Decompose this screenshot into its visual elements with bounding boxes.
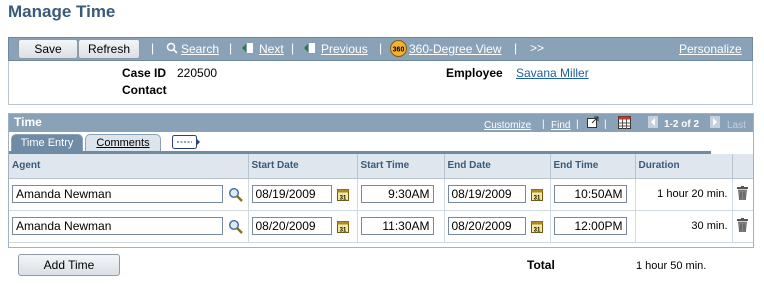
column-header-start-time: Start Time <box>357 154 445 179</box>
grid-title: Time <box>14 115 42 129</box>
personalize-link[interactable]: Personalize <box>679 42 742 56</box>
duration-value: 30 min. <box>635 210 733 243</box>
total-value: 1 hour 50 min. <box>636 260 707 272</box>
download-grid-icon[interactable] <box>618 116 631 129</box>
case-header-panel: Case ID 220500 Contact Employee Savana M… <box>8 61 753 105</box>
calendar-icon[interactable]: 31 <box>530 220 543 233</box>
svg-text:31: 31 <box>339 227 346 233</box>
last-link: Last <box>727 120 746 131</box>
360-degree-view-link[interactable]: 360-Degree View <box>409 42 502 56</box>
case-id-label: Case ID <box>122 66 167 80</box>
calendar-icon[interactable]: 31 <box>336 188 349 201</box>
page-title: Manage Time <box>8 2 116 21</box>
column-header-end-date: End Date <box>444 154 551 179</box>
start-date-input[interactable]: 08/19/2009 <box>251 185 332 203</box>
svg-text:31: 31 <box>533 195 540 201</box>
calendar-icon[interactable]: 31 <box>530 188 543 201</box>
start-time-input[interactable]: 9:30AM <box>360 185 434 203</box>
lookup-icon[interactable] <box>228 187 243 202</box>
agent-input[interactable]: Amanda Newman <box>12 185 223 203</box>
next-icon <box>242 43 253 53</box>
toolbar: Save Refresh | Search | Next | Previous … <box>8 37 753 61</box>
next-link[interactable]: Next <box>259 42 284 56</box>
refresh-button[interactable]: Refresh <box>78 39 140 59</box>
lookup-icon[interactable] <box>228 219 243 234</box>
first-page-icon[interactable] <box>648 116 658 128</box>
grid-separator: | <box>604 119 607 130</box>
column-header-duration: Duration <box>635 154 733 179</box>
employee-label: Employee <box>446 66 503 80</box>
tab-time-entry[interactable]: Time Entry <box>11 134 83 152</box>
grid-title-bar: Time Customize | Find | | 1-2 of 2 Last <box>9 114 753 132</box>
end-time-input[interactable]: 12:00PM <box>553 217 627 235</box>
tab-comments[interactable]: Comments <box>85 134 161 152</box>
toolbar-separator: | <box>514 41 518 55</box>
start-date-input[interactable]: 08/20/2009 <box>251 217 332 235</box>
start-time-input[interactable]: 11:30AM <box>360 217 434 235</box>
end-date-input[interactable]: 08/19/2009 <box>447 185 526 203</box>
toolbar-separator: | <box>291 41 295 55</box>
contact-label: Contact <box>122 83 167 97</box>
search-icon <box>166 42 178 54</box>
column-header-agent: Agent <box>9 154 249 179</box>
toolbar-separator: | <box>151 41 155 55</box>
table-row: Amanda Newman 08/20/2009 31 11:30AM 08/2… <box>9 210 753 243</box>
toolbar-separator: | <box>229 41 233 55</box>
calendar-icon[interactable]: 31 <box>336 220 349 233</box>
grid-separator: | <box>576 119 579 130</box>
view-all-icon[interactable] <box>587 116 599 128</box>
previous-link[interactable]: Previous <box>321 42 368 56</box>
column-header-end-time: End Time <box>550 154 636 179</box>
toolbar-separator: | <box>379 41 383 55</box>
total-label: Total <box>527 258 555 272</box>
column-header-start-date: Start Date <box>248 154 358 179</box>
svg-text:360: 360 <box>393 47 405 54</box>
360-degree-icon: 360 <box>390 40 407 57</box>
column-header-delete <box>732 154 753 179</box>
search-link[interactable]: Search <box>181 42 219 56</box>
agent-input[interactable]: Amanda Newman <box>12 217 223 235</box>
table-row: Amanda Newman 08/19/2009 31 9:30AM 08/19… <box>9 178 753 211</box>
svg-text:31: 31 <box>339 195 346 201</box>
table-header-row: Agent Start Date Start Time End Date End… <box>9 154 753 179</box>
more-link[interactable]: >> <box>530 41 544 55</box>
svg-text:31: 31 <box>533 227 540 233</box>
delete-row-icon[interactable] <box>736 185 748 200</box>
previous-icon <box>304 43 315 53</box>
grid-separator: | <box>542 119 545 130</box>
show-all-columns-icon[interactable] <box>172 135 200 149</box>
add-time-button[interactable]: Add Time <box>18 254 120 276</box>
time-grid: Time Customize | Find | | 1-2 of 2 Last … <box>8 113 754 248</box>
end-date-input[interactable]: 08/20/2009 <box>447 217 526 235</box>
grid-tab-strip: Time Entry Comments <box>9 132 753 152</box>
next-page-icon[interactable] <box>710 116 720 128</box>
time-entry-table: Agent Start Date Start Time End Date End… <box>9 154 753 243</box>
find-link[interactable]: Find <box>551 120 570 131</box>
employee-link[interactable]: Savana Miller <box>516 66 589 80</box>
customize-link[interactable]: Customize <box>484 120 531 131</box>
case-id-value: 220500 <box>177 66 218 80</box>
delete-row-icon[interactable] <box>736 217 748 232</box>
duration-value: 1 hour 20 min. <box>635 178 733 211</box>
paging-info: 1-2 of 2 <box>664 119 700 130</box>
save-button[interactable]: Save <box>18 39 78 59</box>
end-time-input[interactable]: 10:50AM <box>553 185 627 203</box>
